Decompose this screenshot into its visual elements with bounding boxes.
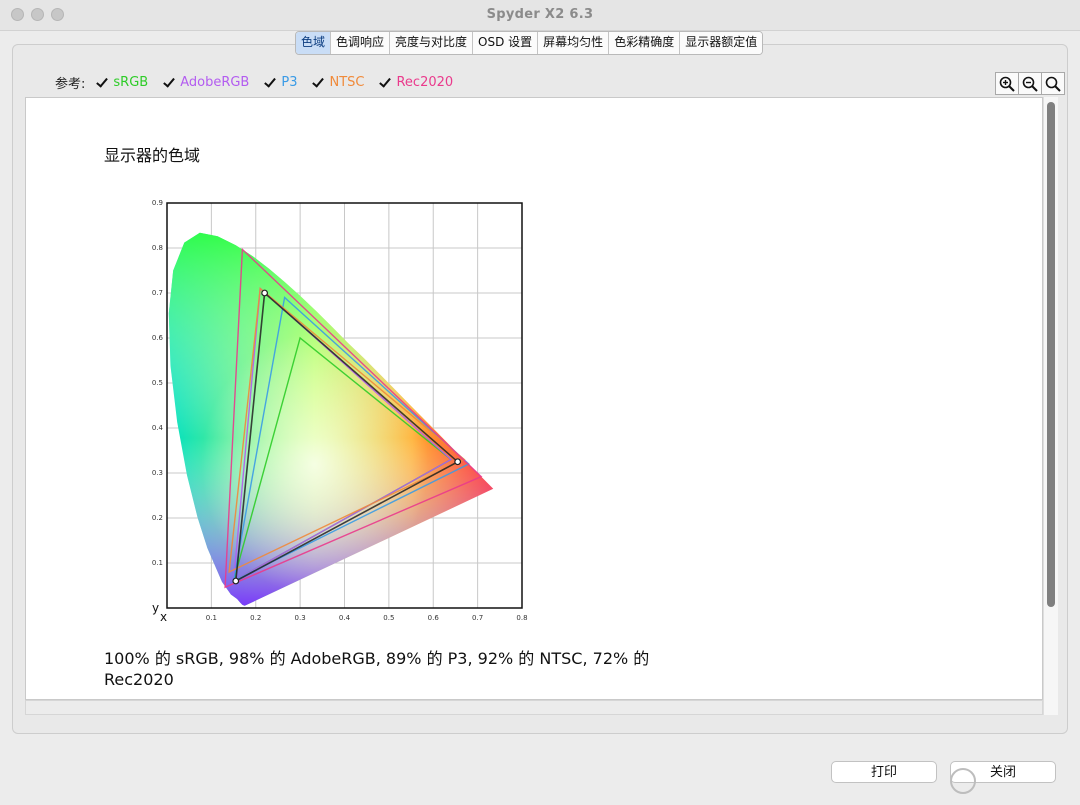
y-tick-label: 0.6 [152,334,164,342]
x-tick-label: 0.6 [428,614,440,622]
measured-primary-point [232,577,240,585]
tab-tone-response[interactable]: 色调响应 [331,32,391,54]
checkbox-srgb[interactable] [95,76,108,89]
zoom-reset-icon [1045,76,1061,92]
y-tick-label: 0.5 [152,379,163,387]
y-tick-label: 0.9 [152,199,163,207]
tab-brightness-contrast[interactable]: 亮度与对比度 [390,32,474,54]
title-bar: Spyder X2 6.3 [0,0,1080,31]
vertical-scroll-thumb[interactable] [1047,102,1055,607]
ref-srgb[interactable]: sRGB [95,75,148,90]
summary-line-2: Rec2020 [104,670,174,689]
y-axis-label: y [152,601,159,615]
y-tick-label: 0.7 [152,289,163,297]
window-title: Spyder X2 6.3 [486,7,594,22]
y-tick-label: 0.1 [152,559,163,567]
x-axis-label: x [160,610,167,623]
y-tick-label: 0.8 [152,244,163,252]
x-tick-label: 0.2 [250,614,261,622]
vertical-scrollbar[interactable] [1043,97,1058,715]
tab-color-accuracy[interactable]: 色彩精确度 [609,32,681,54]
reference-label: 参考: [55,76,86,92]
zoom-out-button[interactable] [1018,72,1042,95]
ref-rec2020[interactable]: Rec2020 [378,75,453,90]
zoom-out-icon [1022,76,1038,92]
zoom-reset-button[interactable] [1041,72,1065,95]
summary-line-1: 100% 的 sRGB, 98% 的 AdobeRGB, 89% 的 P3, 9… [104,649,650,668]
zoom-in-button[interactable] [995,72,1019,95]
ref-srgb-label: sRGB [113,74,149,90]
checkbox-ntsc[interactable] [311,76,324,89]
ref-adobergb[interactable]: AdobeRGB [162,75,249,90]
tab-uniformity[interactable]: 屏幕均匀性 [538,32,610,54]
ref-ntsc[interactable]: NTSC [311,75,364,90]
cie-gamut-chart: 0.1 0.2 0.3 0.4 0.5 0.6 0.7 0.8 0.1 0.2 0.3 0.4 0.5 0… [152,199,528,623]
report-panel: 显示器的色域 0.1 0.2 0.3 0.4 0.5 0.6 0.7 0.8 0.1 0.2 0.3… [25,97,1043,700]
tab-gamut[interactable]: 色域 [296,32,332,54]
x-tick-label: 0.1 [206,614,217,622]
ref-p3[interactable]: P3 [263,75,297,90]
y-tick-label: 0.3 [152,469,163,477]
reference-row: 参考: sRGB AdobeRGB P3 NTSC Rec2020 [55,72,467,92]
gamut-summary: 100% 的 sRGB, 98% 的 AdobeRGB, 89% 的 P3, 9… [104,648,664,690]
y-tick-label: 0.4 [152,424,164,432]
ref-rec2020-label: Rec2020 [396,74,454,90]
x-tick-label: 0.3 [295,614,306,622]
x-tick-label: 0.5 [383,614,394,622]
measured-primary-point [454,458,462,466]
x-tick-label: 0.4 [339,614,351,622]
print-button[interactable]: 打印 [831,761,937,783]
tab-bar: 色域 色调响应 亮度与对比度 OSD 设置 屏幕均匀性 色彩精确度 显示器额定值 [295,31,764,55]
ref-ntsc-label: NTSC [329,74,365,90]
checkbox-adobergb[interactable] [162,76,175,89]
measured-primary-point [261,289,269,297]
horizontal-scrollbar[interactable] [25,700,1043,715]
zoom-controls [995,72,1065,95]
ref-adobergb-label: AdobeRGB [180,74,250,90]
tab-display-rating[interactable]: 显示器额定值 [680,32,763,54]
checkbox-p3[interactable] [263,76,276,89]
ref-p3-label: P3 [281,74,298,90]
zoom-in-icon [999,76,1015,92]
watermark-logo [950,768,976,794]
tab-osd-settings[interactable]: OSD 设置 [473,32,539,54]
panel-heading: 显示器的色域 [104,146,201,165]
y-tick-label: 0.2 [152,514,163,522]
checkbox-rec2020[interactable] [378,76,391,89]
x-tick-label: 0.7 [472,614,483,622]
x-tick-label: 0.8 [516,614,527,622]
